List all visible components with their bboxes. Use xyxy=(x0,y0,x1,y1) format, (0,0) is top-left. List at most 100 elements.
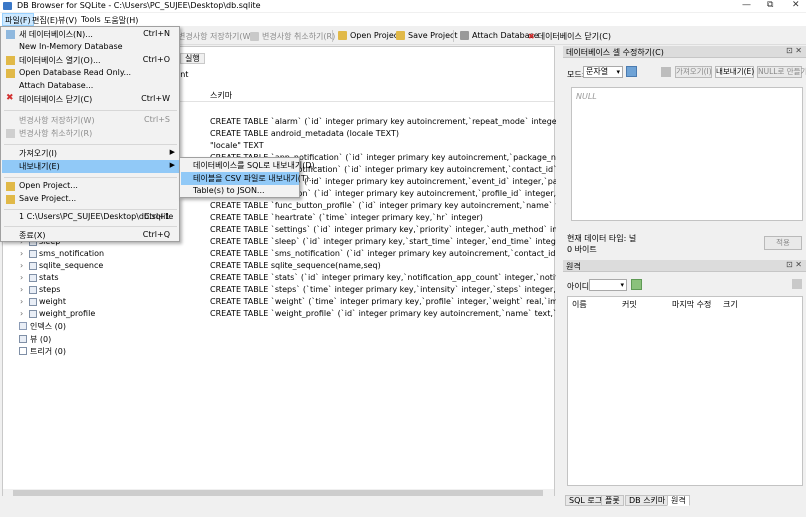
menu-label: 종료(X) xyxy=(19,231,46,240)
menu-new-memory-db[interactable]: New In-Memory Database xyxy=(2,41,179,54)
menu-export-csv[interactable]: 테이블을 CSV 파일로 내보내기(T)... xyxy=(181,172,316,185)
schema-text: CREATE TABLE `heartrate` (`time` integer… xyxy=(210,213,483,222)
schema-text: CREATE TABLE android_metadata (locale TE… xyxy=(210,129,400,138)
open-project-label: Open Project xyxy=(350,31,402,40)
expand-arrow-icon[interactable]: › xyxy=(20,285,23,294)
menu-open-readonly[interactable]: Open Database Read Only... xyxy=(2,67,179,80)
schema-text: CREATE TABLE `alarm` (`id` integer prima… xyxy=(210,117,556,126)
indexes-label: 인덱스 (0) xyxy=(30,322,66,331)
apply-button[interactable]: 적용 xyxy=(764,236,802,250)
remote-panel: 원격 ⊡ ✕ 아이디 ▾ 이름 커밋 마지막 수정 크기 xyxy=(563,260,806,496)
column-commit-header: 커밋 xyxy=(622,300,637,309)
window-title: DB Browser for SQLite - C:\Users\PC_SUJE… xyxy=(17,1,261,10)
auto-switch-icon[interactable] xyxy=(626,66,637,77)
close-window-button[interactable]: ✕ xyxy=(792,0,800,10)
menu-write-changes[interactable]: 변경사항 저장하기(W) Ctrl+S xyxy=(2,114,179,127)
minimize-button[interactable]: — xyxy=(742,0,751,10)
identity-select[interactable]: ▾ xyxy=(589,279,627,291)
refresh-icon[interactable] xyxy=(792,279,802,289)
index-icon xyxy=(19,322,27,330)
tab-db-schema[interactable]: DB 스키마 xyxy=(625,495,670,506)
table-row[interactable]: › weight CREATE TABLE `weight` (`time` int… xyxy=(3,296,556,308)
schema-column-header: 스키마 xyxy=(210,91,233,100)
open-project-button[interactable]: Open Project xyxy=(338,31,401,40)
table-row[interactable]: › stats CREATE TABLE `stats` (`id` integer… xyxy=(3,272,556,284)
export-submenu: 데이터베이스를 SQL로 내보내기(D)... 테이블을 CSV 파일로 내보내… xyxy=(179,157,322,198)
table-row[interactable]: › weight_profile CREATE TABLE `weight_prof… xyxy=(3,308,556,320)
menu-export[interactable]: 내보내기(E) ▶ xyxy=(2,160,179,173)
menu-separator xyxy=(4,177,177,178)
index-group-row[interactable]: 인덱스 (0) xyxy=(3,320,554,332)
scrollbar-thumb[interactable] xyxy=(13,490,543,496)
menu-open-project[interactable]: Open Project... xyxy=(2,180,179,193)
add-identity-icon[interactable] xyxy=(631,279,642,290)
menu-edit[interactable]: 편집(E) xyxy=(32,15,58,26)
tab-plot[interactable]: 플롯 xyxy=(601,495,624,506)
submenu-arrow-icon: ▶ xyxy=(169,161,175,169)
menu-separator xyxy=(4,144,177,145)
write-changes-button[interactable]: 변경사항 저장하기(W) xyxy=(178,31,254,42)
export-button[interactable]: 내보내기(E) xyxy=(715,66,754,78)
revert-changes-button[interactable]: 변경사항 취소하기(R) xyxy=(250,31,335,42)
tab-sql-log[interactable]: SQL 로그 xyxy=(565,495,607,506)
folder-icon xyxy=(6,182,15,191)
tab-execute-sql[interactable]: 실행 xyxy=(180,53,205,64)
expand-arrow-icon[interactable]: › xyxy=(20,249,23,258)
menu-tools[interactable]: Tools xyxy=(81,15,101,24)
menu-view[interactable]: 뷰(V) xyxy=(58,15,77,26)
menu-close-database[interactable]: ✖ 데이터베이스 닫기(C) Ctrl+W xyxy=(2,93,179,106)
menu-help[interactable]: 도움말(H) xyxy=(104,15,138,26)
toolbar-separator xyxy=(453,30,454,42)
menu-recent-file[interactable]: 1 C:\Users\PC_SUJEE\Desktop\db.sqlite Ctr… xyxy=(2,211,179,224)
menu-exit[interactable]: 종료(X) Ctrl+Q xyxy=(2,229,179,242)
column-name-header: 이름 xyxy=(572,300,587,309)
horizontal-scrollbar[interactable] xyxy=(3,489,554,497)
menu-label: 데이터베이스 열기(O)... xyxy=(19,56,101,65)
revert-icon xyxy=(250,32,259,41)
import-button[interactable]: 가져오기(I) xyxy=(675,66,712,78)
table-icon xyxy=(29,274,37,282)
menu-new-database[interactable]: 새 데이터베이스(N)... Ctrl+N xyxy=(2,28,179,41)
close-database-button[interactable]: ✖ 데이터베이스 닫기(C) xyxy=(528,31,611,42)
menu-revert-changes[interactable]: 변경사항 취소하기(R) xyxy=(2,127,179,140)
menu-shortcut: Ctrl+1 xyxy=(143,212,170,221)
text-wrap-icon[interactable] xyxy=(661,67,671,77)
edit-cell-header: 데이터베이스 셀 수정하기(C) ⊡ ✕ xyxy=(563,46,806,58)
expand-arrow-icon[interactable]: › xyxy=(20,273,23,282)
trigger-group-row[interactable]: 트리거 (0) xyxy=(3,345,554,357)
remote-file-list[interactable]: 이름 커밋 마지막 수정 크기 xyxy=(567,296,803,486)
schema-text: CREATE TABLE sqlite_sequence(name,seq) xyxy=(210,261,381,270)
panel-float-close-icon[interactable]: ⊡ ✕ xyxy=(786,46,802,55)
attach-database-button[interactable]: Attach Database xyxy=(460,31,539,40)
panel-float-close-icon[interactable]: ⊡ ✕ xyxy=(786,260,802,269)
save-project-button[interactable]: Save Project xyxy=(396,31,458,40)
table-row[interactable]: › steps CREATE TABLE `steps` (`time` integ… xyxy=(3,284,556,296)
mode-value: 문자열 xyxy=(586,67,609,76)
expand-arrow-icon[interactable]: › xyxy=(20,297,23,306)
toolbar-separator xyxy=(332,30,333,42)
view-icon xyxy=(19,335,27,343)
remote-header: 원격 ⊡ ✕ xyxy=(563,260,806,272)
cell-editor[interactable]: NULL xyxy=(571,87,803,221)
menu-label: Save Project... xyxy=(19,194,77,203)
mode-select[interactable]: 문자열 ▾ xyxy=(583,66,623,78)
chevron-down-icon: ▾ xyxy=(616,68,620,76)
menu-export-sql[interactable]: 데이터베이스를 SQL로 내보내기(D)... xyxy=(181,159,322,172)
tab-remote[interactable]: 원격 xyxy=(667,495,690,506)
restore-button[interactable]: ⧉ xyxy=(767,0,773,10)
menu-file[interactable]: 파일(F) xyxy=(2,13,34,26)
menu-import[interactable]: 가져오기(I) ▶ xyxy=(2,147,179,160)
menu-save-project[interactable]: Save Project... xyxy=(2,193,179,206)
table-icon xyxy=(29,286,37,294)
menu-open-database[interactable]: 데이터베이스 열기(O)... Ctrl+O xyxy=(2,54,179,67)
view-group-row[interactable]: 뷰 (0) xyxy=(3,333,554,345)
schema-text: CREATE TABLE `sms_notification` (`id` in… xyxy=(210,249,556,258)
table-row[interactable]: › sms_notification CREATE TABLE `sms_notif… xyxy=(3,248,556,260)
expand-arrow-icon[interactable]: › xyxy=(20,309,23,318)
expand-arrow-icon[interactable]: › xyxy=(20,261,23,270)
menu-attach-database[interactable]: Attach Database... xyxy=(2,80,179,93)
null-placeholder: NULL xyxy=(576,92,597,101)
menu-export-json[interactable]: Table(s) to JSON... xyxy=(181,185,299,198)
table-row[interactable]: › sqlite_sequence CREATE TABLE sqlite_sequ… xyxy=(3,260,554,272)
set-null-button[interactable]: NULL로 만들기 xyxy=(757,66,806,78)
